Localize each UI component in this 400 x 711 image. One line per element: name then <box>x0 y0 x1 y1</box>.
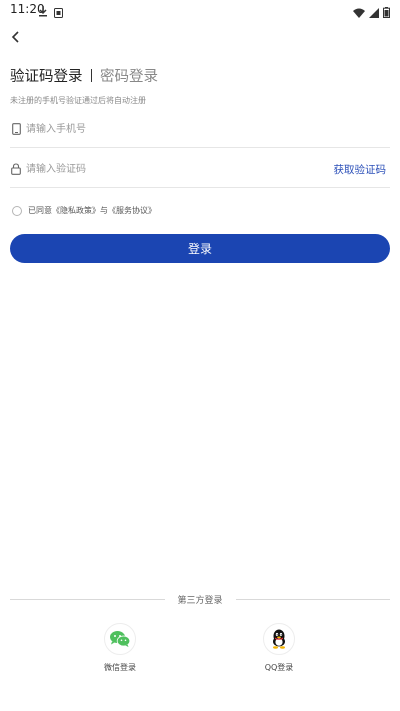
divider-line-right <box>235 598 391 600</box>
sim-card-icon <box>54 3 63 22</box>
status-indicators <box>353 3 390 22</box>
battery-icon <box>383 3 390 22</box>
download-icon <box>38 2 48 21</box>
qq-login[interactable]: QQ登录 <box>249 623 309 673</box>
agreement-row: 已同意《隐私政策》与《服务协议》 <box>12 205 156 216</box>
qq-login-label: QQ登录 <box>264 663 294 672</box>
code-field: 获取验证码 <box>10 148 390 188</box>
lock-icon <box>10 162 22 176</box>
phone-icon <box>10 122 22 136</box>
wechat-login[interactable]: 微信登录 <box>90 623 150 673</box>
phone-input[interactable] <box>26 119 306 139</box>
status-bar: 11:20 <box>0 0 400 21</box>
login-button[interactable]: 登录 <box>10 234 390 263</box>
third-party-label: 第三方登录 <box>177 595 223 606</box>
register-hint: 未注册的手机号验证通过后将自动注册 <box>10 96 146 105</box>
back-button[interactable] <box>6 28 24 46</box>
tab-divider <box>90 69 92 82</box>
phone-field <box>10 108 390 148</box>
agreement-text[interactable]: 已同意《隐私政策》与《服务协议》 <box>28 205 156 216</box>
get-code-button[interactable]: 获取验证码 <box>334 162 387 177</box>
tab-password-login[interactable]: 密码登录 <box>100 65 158 86</box>
wechat-login-label: 微信登录 <box>104 663 136 672</box>
code-input[interactable] <box>26 159 306 179</box>
wifi-icon <box>353 3 365 22</box>
tab-sms-login[interactable]: 验证码登录 <box>10 65 83 86</box>
third-party-divider: 第三方登录 <box>10 592 391 606</box>
divider-line-left <box>10 598 165 600</box>
login-tabs: 验证码登录 密码登录 <box>10 65 158 86</box>
signal-icon <box>369 3 379 22</box>
qq-icon[interactable] <box>263 623 295 655</box>
agreement-radio[interactable] <box>12 205 22 216</box>
chevron-left-icon <box>11 31 19 43</box>
wechat-icon[interactable] <box>104 623 136 655</box>
